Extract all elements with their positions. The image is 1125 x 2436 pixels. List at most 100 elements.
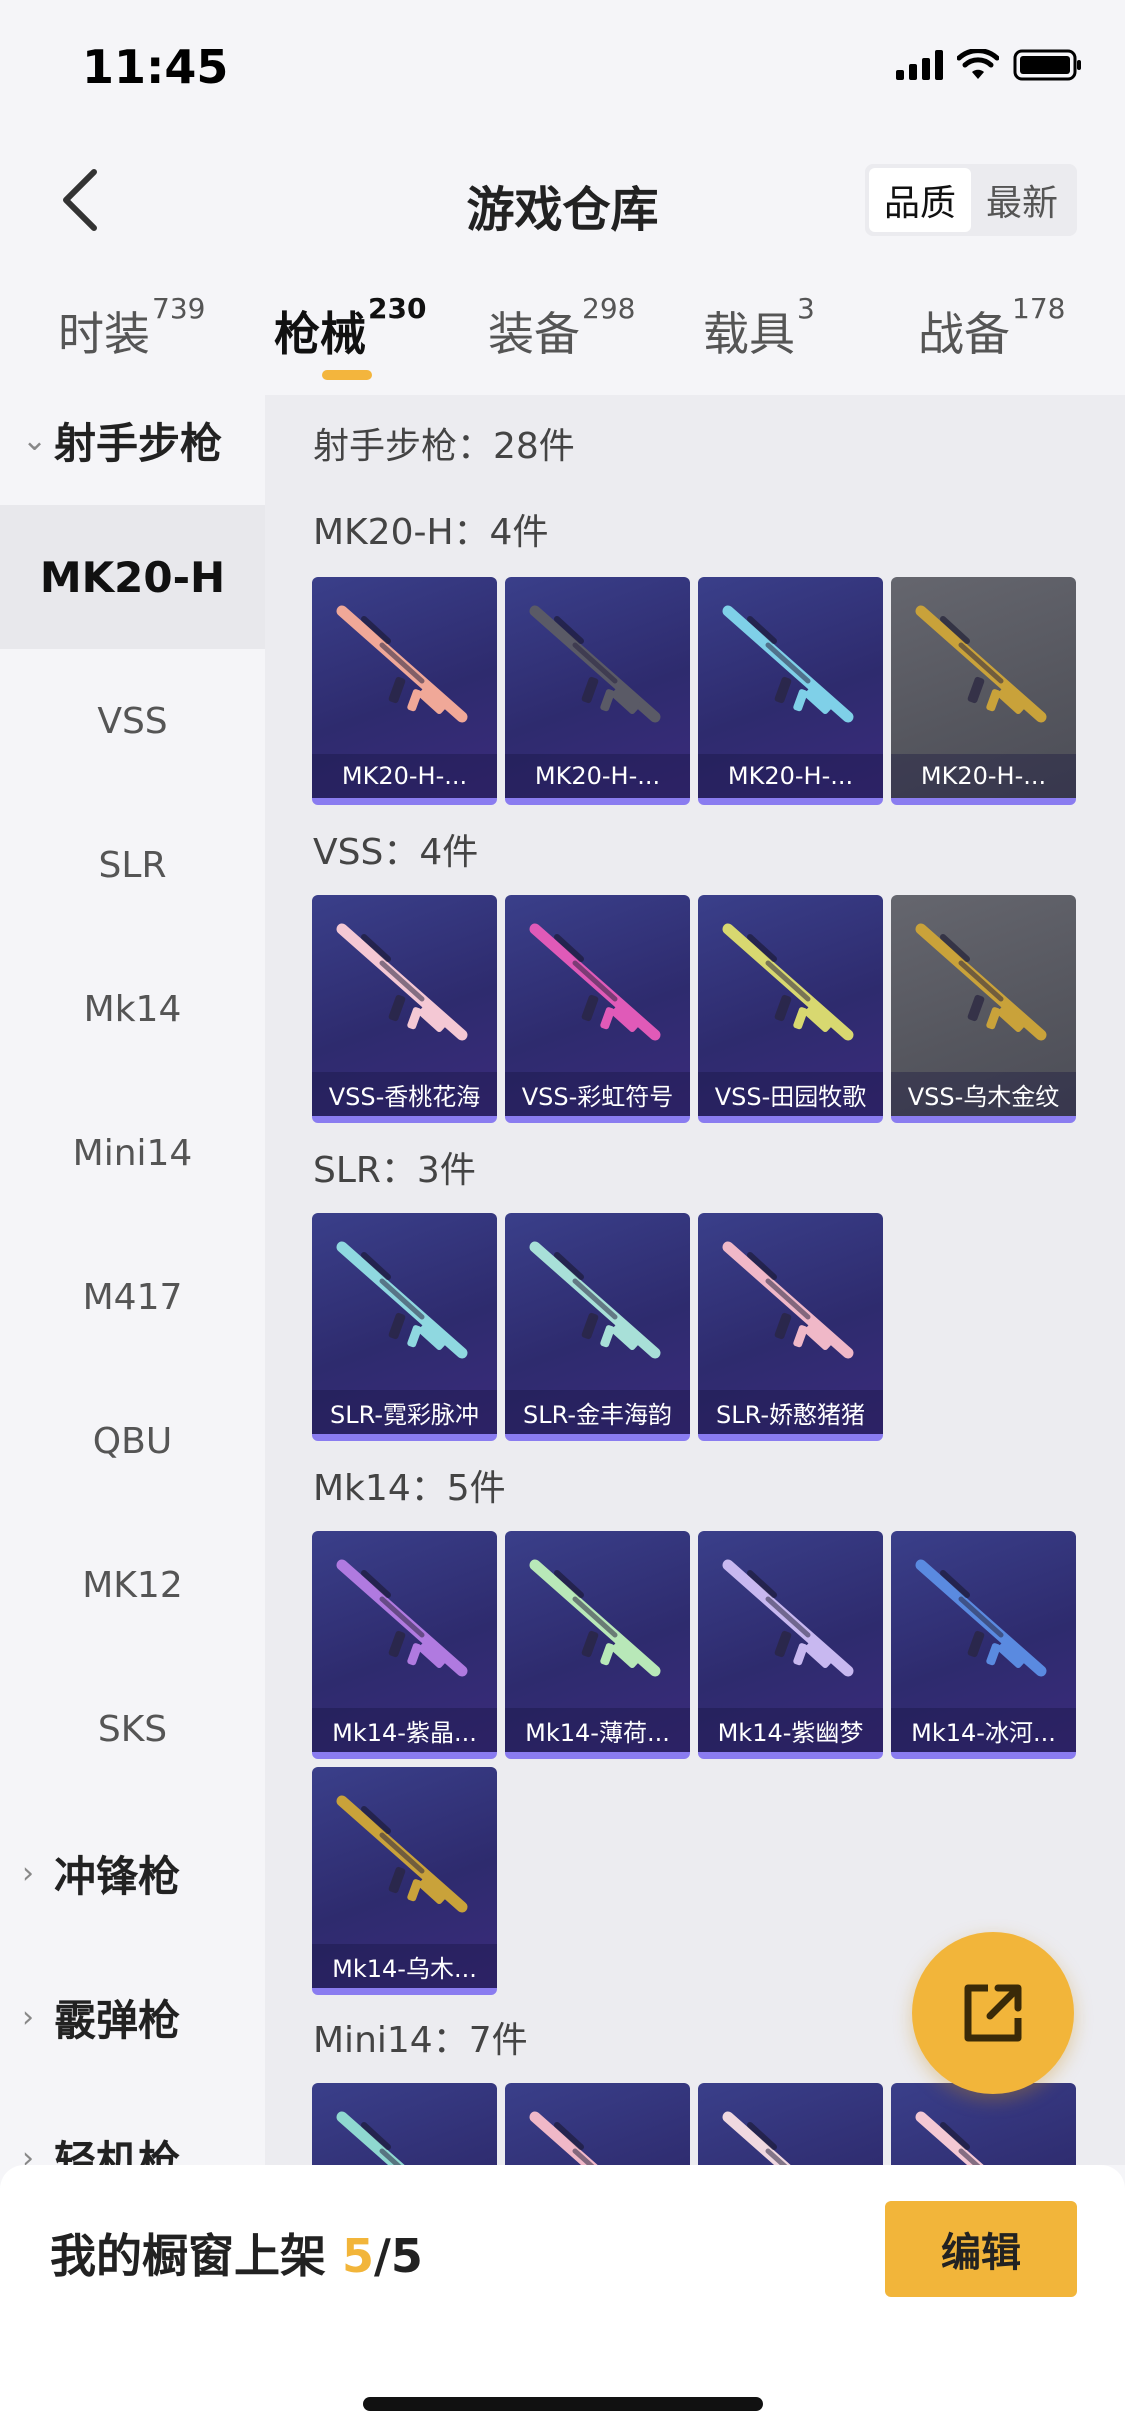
tab-vehicles[interactable]: 载具3 xyxy=(703,292,815,364)
rifle-icon xyxy=(915,923,1047,1041)
rifle-icon xyxy=(915,1559,1047,1677)
skin-card[interactable]: MK20-H-... xyxy=(312,577,497,805)
header: 游戏仓库 品质 最新 xyxy=(0,140,1125,260)
skin-name: SLR-娇憨猪猪 xyxy=(698,1390,883,1434)
rifle-icon xyxy=(722,2111,791,2165)
weapon-sidebar: ⌄ 射手步枪 MK20-H VSS SLR Mk14 Mini14 M417 Q… xyxy=(0,395,265,2165)
skin-card[interactable]: Mk14-薄荷... xyxy=(505,1531,690,1759)
skin-name: Mk14-紫晶... xyxy=(312,1708,497,1752)
rifle-icon xyxy=(722,1241,854,1359)
skin-card[interactable] xyxy=(312,2083,497,2165)
rifle-icon xyxy=(336,1241,468,1359)
tab-weapons[interactable]: 枪械230 xyxy=(274,292,426,380)
skin-card[interactable]: VSS-彩虹符号 xyxy=(505,895,690,1123)
rifle-icon xyxy=(336,2111,405,2165)
rifle-icon xyxy=(336,1795,468,1913)
skin-card[interactable]: SLR-金丰海韵 xyxy=(505,1213,690,1441)
skin-name: SLR-金丰海韵 xyxy=(505,1390,690,1434)
section-title-slr: SLR：3件 xyxy=(313,1150,476,1191)
sidebar-item-vss[interactable]: VSS xyxy=(0,649,265,793)
showcase-total-count: /5 xyxy=(374,2229,423,2283)
skin-card[interactable]: Mk14-冰河... xyxy=(891,1531,1076,1759)
skin-card[interactable]: Mk14-乌木... xyxy=(312,1767,497,1995)
skin-card[interactable]: SLR-娇憨猪猪 xyxy=(698,1213,883,1441)
skin-name: VSS-彩虹符号 xyxy=(505,1072,690,1116)
skin-card[interactable]: Mk14-紫晶... xyxy=(312,1531,497,1759)
skin-card[interactable] xyxy=(505,2083,690,2165)
sidebar-item-slr[interactable]: SLR xyxy=(0,793,265,937)
rifle-icon xyxy=(722,605,854,723)
skin-name: MK20-H-... xyxy=(891,754,1076,798)
rifle-icon xyxy=(336,605,468,723)
showcase-label: 我的橱窗上架 xyxy=(50,2229,343,2283)
tab-count: 230 xyxy=(368,292,427,325)
skin-card[interactable]: VSS-乌木金纹 xyxy=(891,895,1076,1123)
skin-card[interactable]: MK20-H-... xyxy=(698,577,883,805)
chevron-right-icon: › xyxy=(22,1999,34,2035)
rifle-icon xyxy=(529,923,661,1041)
chevron-right-icon: › xyxy=(22,1855,34,1891)
skin-name: VSS-乌木金纹 xyxy=(891,1072,1076,1116)
sidebar-group-label: 射手步枪 xyxy=(54,418,223,468)
rifle-icon xyxy=(336,923,468,1041)
skin-card[interactable]: VSS-田园牧歌 xyxy=(698,895,883,1123)
battery-icon xyxy=(1013,49,1081,81)
rifle-icon xyxy=(529,2111,598,2165)
share-icon xyxy=(964,1984,1022,2042)
tab-fashion[interactable]: 时装739 xyxy=(58,292,205,364)
sidebar-item-mk14[interactable]: Mk14 xyxy=(0,937,265,1081)
skin-name: MK20-H-... xyxy=(505,754,690,798)
tab-equipment[interactable]: 装备298 xyxy=(488,292,635,364)
skin-card[interactable] xyxy=(698,2083,883,2165)
skin-name: SLR-霓彩脉冲 xyxy=(312,1390,497,1434)
sidebar-group-label: 霰弹枪 xyxy=(54,1995,181,2045)
sidebar-group-lmg[interactable]: › 轻机枪 xyxy=(0,2113,265,2166)
tab-label: 时装 xyxy=(58,307,150,361)
skin-card[interactable]: MK20-H-... xyxy=(505,577,690,805)
sort-toggle: 品质 最新 xyxy=(865,164,1077,236)
section-title-mk20h: MK20-H：4件 xyxy=(313,512,549,553)
sidebar-group-smg[interactable]: › 冲锋枪 xyxy=(0,1828,265,1918)
skin-name: Mk14-薄荷... xyxy=(505,1708,690,1752)
status-bar: 11:45 xyxy=(0,0,1125,140)
skin-name: MK20-H-... xyxy=(698,754,883,798)
tab-label: 载具 xyxy=(703,307,795,361)
tab-count: 739 xyxy=(152,292,206,325)
sidebar-item-mini14[interactable]: Mini14 xyxy=(0,1081,265,1225)
tab-combat-gear[interactable]: 战备178 xyxy=(918,292,1065,364)
sidebar-group-shotgun[interactable]: › 霰弹枪 xyxy=(0,1972,265,2062)
skin-card[interactable] xyxy=(891,2083,1076,2165)
cellular-signal-icon xyxy=(896,50,943,80)
rifle-icon xyxy=(915,605,1047,723)
sidebar-item-mk12[interactable]: MK12 xyxy=(0,1513,265,1657)
skin-name: MK20-H-... xyxy=(312,754,497,798)
sidebar-item-mk20h[interactable]: MK20-H xyxy=(0,505,265,649)
status-icons xyxy=(896,48,1083,82)
sidebar-item-qbu[interactable]: QBU xyxy=(0,1369,265,1513)
category-tabs: 时装739 枪械230 装备298 载具3 战备178 xyxy=(0,280,1125,390)
section-title-vss: VSS：4件 xyxy=(313,832,479,873)
sidebar-group-label: 冲锋枪 xyxy=(54,1851,181,1901)
showcase-status: 我的橱窗上架 5/5 xyxy=(50,2220,423,2286)
skin-name: VSS-田园牧歌 xyxy=(698,1072,883,1116)
rifle-icon xyxy=(915,2111,984,2165)
share-button[interactable] xyxy=(912,1932,1074,2094)
category-summary: 射手步枪：28件 xyxy=(313,426,575,467)
skin-card[interactable]: SLR-霓彩脉冲 xyxy=(312,1213,497,1441)
active-tab-indicator xyxy=(322,370,372,380)
section-title-mini14: Mini14：7件 xyxy=(313,2020,528,2061)
skin-card[interactable]: VSS-香桃花海 xyxy=(312,895,497,1123)
edit-button[interactable]: 编辑 xyxy=(885,2201,1077,2297)
sort-by-quality-button[interactable]: 品质 xyxy=(869,168,971,232)
sidebar-item-sks[interactable]: SKS xyxy=(0,1657,265,1801)
skin-card[interactable]: MK20-H-... xyxy=(891,577,1076,805)
showcase-current-count: 5 xyxy=(342,2229,375,2283)
chevron-right-icon: › xyxy=(22,2140,34,2166)
skin-grid: 射手步枪：28件 MK20-H：4件 MK20-H-... MK20-H-...… xyxy=(265,395,1125,2165)
sort-by-newest-button[interactable]: 最新 xyxy=(971,168,1073,232)
sidebar-group-marksman[interactable]: ⌄ 射手步枪 xyxy=(0,395,265,485)
skin-card[interactable]: Mk14-紫幽梦 xyxy=(698,1531,883,1759)
home-indicator[interactable] xyxy=(363,2397,763,2411)
wifi-icon xyxy=(957,49,999,79)
sidebar-item-m417[interactable]: M417 xyxy=(0,1225,265,1369)
